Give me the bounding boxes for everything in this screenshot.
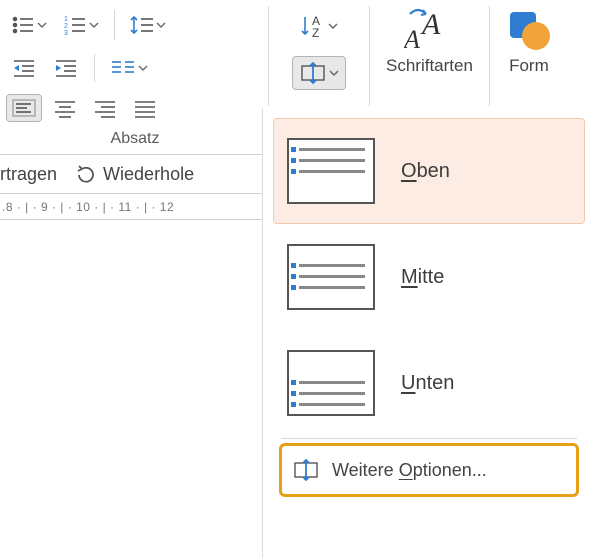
svg-text:2: 2 — [64, 23, 68, 30]
align-right-button[interactable] — [88, 94, 122, 122]
chevron-down-icon — [138, 65, 148, 71]
more-options-item[interactable]: Weitere Optionen... — [279, 443, 579, 497]
dropdown-separator — [281, 438, 577, 439]
svg-text:3: 3 — [64, 30, 68, 35]
numbered-list-button[interactable]: 123 — [58, 11, 104, 39]
decrease-indent-button[interactable] — [6, 54, 42, 82]
align-bottom-label: Unten — [401, 372, 454, 395]
bullet-list-button[interactable] — [6, 11, 52, 39]
align-bottom-thumb — [287, 350, 375, 416]
undo-button-partial[interactable]: rtragen — [0, 164, 57, 185]
align-left-button[interactable] — [6, 94, 42, 122]
vertical-align-dropdown: Oben Mitte Unten Weitere Optionen... — [262, 108, 595, 558]
vertical-align-icon — [292, 458, 320, 482]
vertical-align-button[interactable] — [292, 56, 346, 90]
sort-button[interactable]: AZ — [295, 10, 343, 42]
align-middle-option[interactable]: Mitte — [273, 224, 585, 330]
fonts-button[interactable]: AA Schriftarten — [374, 6, 485, 76]
align-justify-button[interactable] — [128, 94, 162, 122]
redo-icon — [75, 163, 97, 185]
align-bottom-option[interactable]: Unten — [273, 330, 585, 436]
chevron-down-icon — [156, 22, 166, 28]
chevron-down-icon — [37, 22, 47, 28]
line-spacing-button[interactable] — [125, 10, 171, 40]
align-top-option[interactable]: Oben — [273, 118, 585, 224]
align-top-label: Oben — [401, 160, 450, 183]
columns-button[interactable] — [105, 55, 153, 81]
chevron-down-icon — [328, 23, 338, 29]
svg-text:1: 1 — [64, 16, 68, 23]
svg-text:A: A — [404, 25, 420, 52]
paragraph-group-label: Absatz — [6, 128, 264, 148]
align-top-thumb — [287, 138, 375, 204]
chevron-down-icon — [329, 70, 339, 76]
align-center-button[interactable] — [48, 94, 82, 122]
shapes-button[interactable]: Form — [494, 6, 552, 76]
shapes-label: Form — [509, 56, 549, 76]
chevron-down-icon — [89, 22, 99, 28]
svg-text:Z: Z — [312, 26, 319, 38]
more-options-label: Weitere Optionen... — [332, 460, 487, 481]
fonts-label: Schriftarten — [386, 56, 473, 76]
align-middle-label: Mitte — [401, 266, 444, 289]
redo-button[interactable]: Wiederhole — [75, 163, 194, 185]
paragraph-row-3 — [6, 92, 264, 128]
increase-indent-button[interactable] — [48, 54, 84, 82]
align-middle-thumb — [287, 244, 375, 310]
paragraph-row-2 — [6, 50, 264, 92]
paragraph-row-1: 123 — [6, 6, 264, 50]
